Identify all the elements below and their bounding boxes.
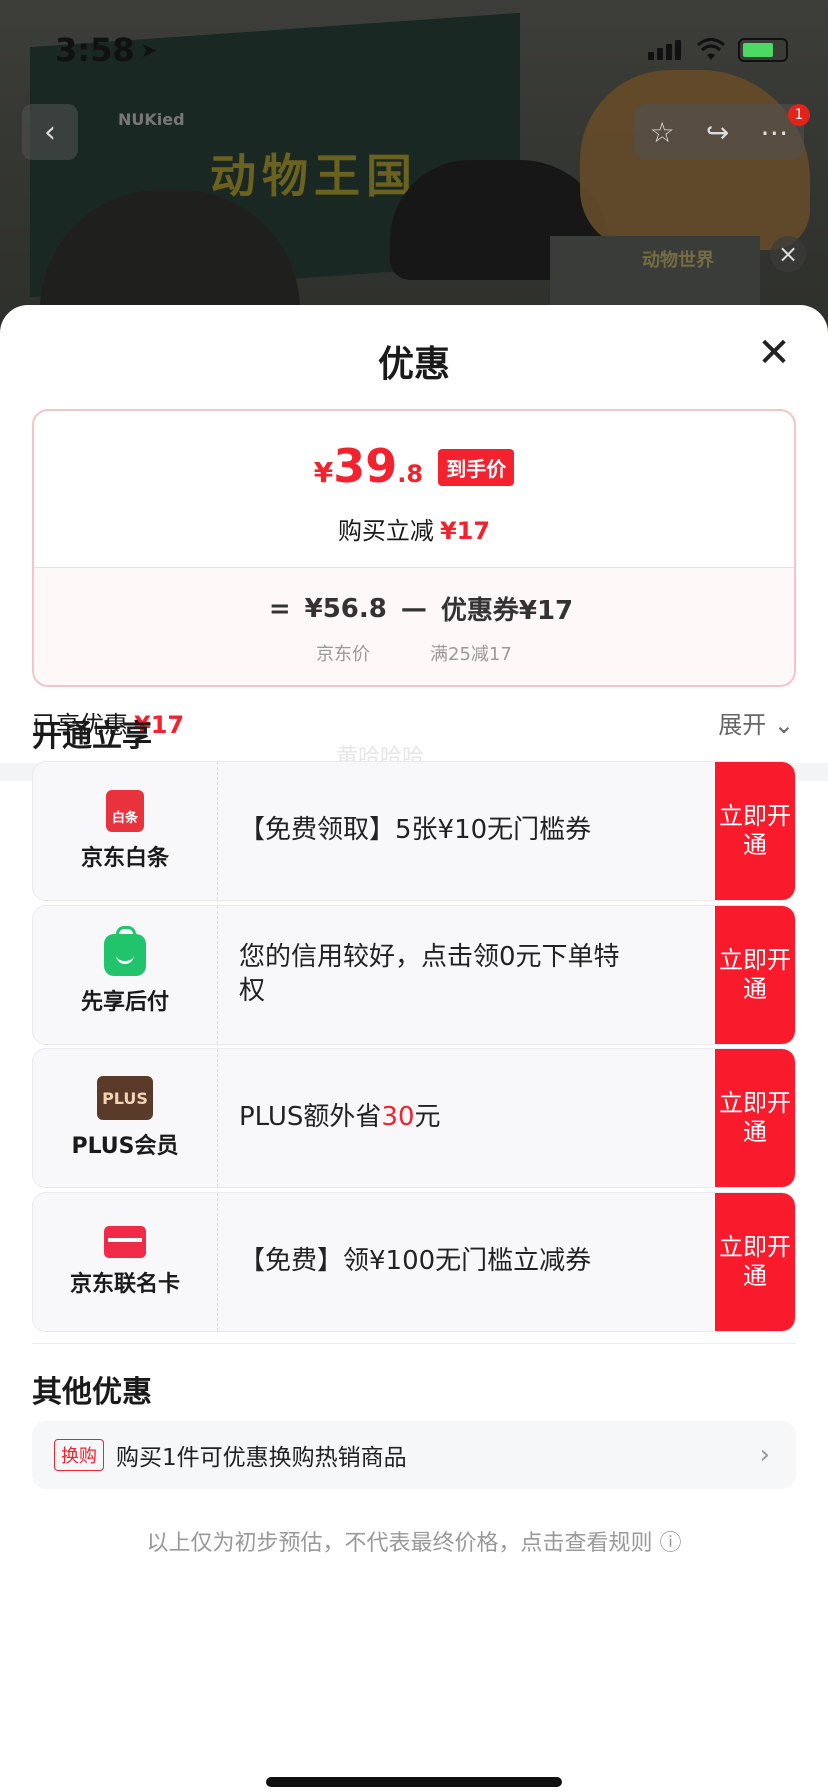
offer-name: PLUS会员 <box>71 1134 179 1159</box>
price-card: ¥ 39 .8 到手价 购买立减 ¥17 = ¥56.8 — 优惠券¥17 京东价… <box>32 409 796 687</box>
reduce-line: 购买立减 ¥17 <box>34 511 794 546</box>
divider-line <box>32 1343 796 1344</box>
jd-price: ¥56.8 <box>304 593 387 624</box>
footnote-text: 以上仅为初步预估，不代表最终价格，点击查看规则 <box>146 1531 653 1556</box>
offer-name: 先享后付 <box>80 990 169 1015</box>
other-section-title: 其他优惠 <box>32 1375 152 1410</box>
expand-button[interactable]: 展开 ⌄ <box>718 705 794 740</box>
final-price-line: ¥ 39 .8 到手价 <box>34 439 794 496</box>
signal-icon <box>648 40 684 60</box>
price-formula: = ¥56.8 — 优惠券¥17 <box>34 590 794 627</box>
coupon-value: 优惠券¥17 <box>440 596 574 626</box>
offer-brand: 京东联名卡 <box>33 1193 218 1331</box>
rules-footnote[interactable]: 以上仅为初步预估，不代表最终价格，点击查看规则 ⓘ <box>0 1525 828 1557</box>
plus-member-icon: PLUS <box>97 1076 153 1120</box>
open-now-button[interactable]: 立即开通 <box>715 1193 795 1331</box>
shopping-bag-icon <box>104 926 146 976</box>
back-icon[interactable]: ‹ <box>22 104 78 160</box>
battery-icon <box>738 38 788 62</box>
offer-baitiao: 白条 京东白条 【免费领取】5张¥10无门槛券 立即开通 <box>32 761 796 901</box>
offer-description: 您的信用较好，点击领0元下单特权 <box>239 942 620 1006</box>
credit-card-icon <box>104 1226 146 1258</box>
share-icon[interactable]: ↪ <box>706 116 729 149</box>
minus-sign: — <box>400 593 427 624</box>
wifi-icon <box>697 38 725 60</box>
reduce-value: ¥17 <box>439 517 491 545</box>
offer-description: 【免费领取】5张¥10无门槛券 <box>239 815 592 846</box>
offer-text-pre: PLUS额外省 <box>239 1102 382 1133</box>
offer-brand: 先享后付 <box>33 906 218 1044</box>
final-price-decimal: .8 <box>397 460 424 488</box>
final-price-currency: ¥ <box>313 456 334 489</box>
mini-window-close-icon[interactable]: × <box>770 236 806 272</box>
sheet-title: 优惠 <box>377 344 450 385</box>
baitiao-icon: 白条 <box>106 790 144 832</box>
offer-text-post: 元 <box>414 1102 441 1133</box>
open-now-button[interactable]: 立即开通 <box>715 762 795 900</box>
offer-text-amount: 30 <box>381 1102 415 1133</box>
offer-cobrand-card: 京东联名卡 【免费】领¥100无门槛立减券 立即开通 <box>32 1192 796 1332</box>
final-price-tag: 到手价 <box>438 449 515 486</box>
price-breakdown: = ¥56.8 — 优惠券¥17 京东价 满25减17 <box>34 567 794 685</box>
chevron-right-icon: › <box>759 1440 770 1470</box>
more-icon[interactable]: ⋯ <box>760 116 788 149</box>
open-section-title: 开通立享 <box>32 719 152 754</box>
star-icon[interactable]: ☆ <box>650 116 675 149</box>
chevron-down-icon: ⌄ <box>773 711 794 739</box>
notification-badge: 1 <box>788 104 810 126</box>
offer-brand: PLUS PLUS会员 <box>33 1049 218 1187</box>
location-arrow-icon: ➤ <box>140 38 158 62</box>
jd-price-label: 京东价 <box>316 644 370 665</box>
other-offer-text: 购买1件可优惠换购热销商品 <box>116 1445 407 1471</box>
price-card-top: ¥ 39 .8 到手价 购买立减 ¥17 <box>34 411 794 567</box>
top-actions: ☆ ↪ ⋯ <box>634 104 804 160</box>
other-offer-item[interactable]: 换购 购买1件可优惠换购热销商品 › <box>32 1421 796 1489</box>
offer-name: 京东白条 <box>80 846 169 871</box>
offer-brand: 白条 京东白条 <box>33 762 218 900</box>
offer-pay-later: 先享后付 您的信用较好，点击领0元下单特权 立即开通 <box>32 905 796 1045</box>
coupon-condition: 满25减17 <box>430 644 512 665</box>
final-price: ¥ 39 .8 <box>314 439 423 493</box>
info-icon: ⓘ <box>659 1531 682 1556</box>
close-icon[interactable]: ✕ <box>756 330 792 376</box>
discount-sheet: 优惠 ✕ ¥ 39 .8 到手价 购买立减 ¥17 = ¥56.8 — 优惠券¥1… <box>0 305 828 1792</box>
swap-tag: 换购 <box>54 1439 104 1471</box>
plus-icon-text: PLUS <box>102 1088 148 1108</box>
equals-sign: = <box>268 593 291 624</box>
offer-plus: PLUS PLUS会员 PLUS额外省 30 元 立即开通 <box>32 1048 796 1188</box>
offer-description: 【免费】领¥100无门槛立减券 <box>239 1246 592 1277</box>
offer-name: 京东联名卡 <box>69 1272 180 1297</box>
reduce-label: 购买立减 <box>337 517 434 545</box>
offer-description: PLUS额外省 30 元 <box>239 1049 639 1187</box>
status-bar: 3:58 ➤ <box>55 30 788 70</box>
baitiao-icon-text: 白条 <box>111 811 138 826</box>
open-now-button[interactable]: 立即开通 <box>715 906 795 1044</box>
open-now-button[interactable]: 立即开通 <box>715 1049 795 1187</box>
status-time: 3:58 <box>55 31 135 69</box>
expand-label: 展开 <box>718 711 767 739</box>
final-price-integer: 39 <box>333 439 398 493</box>
home-indicator[interactable] <box>266 1777 562 1787</box>
